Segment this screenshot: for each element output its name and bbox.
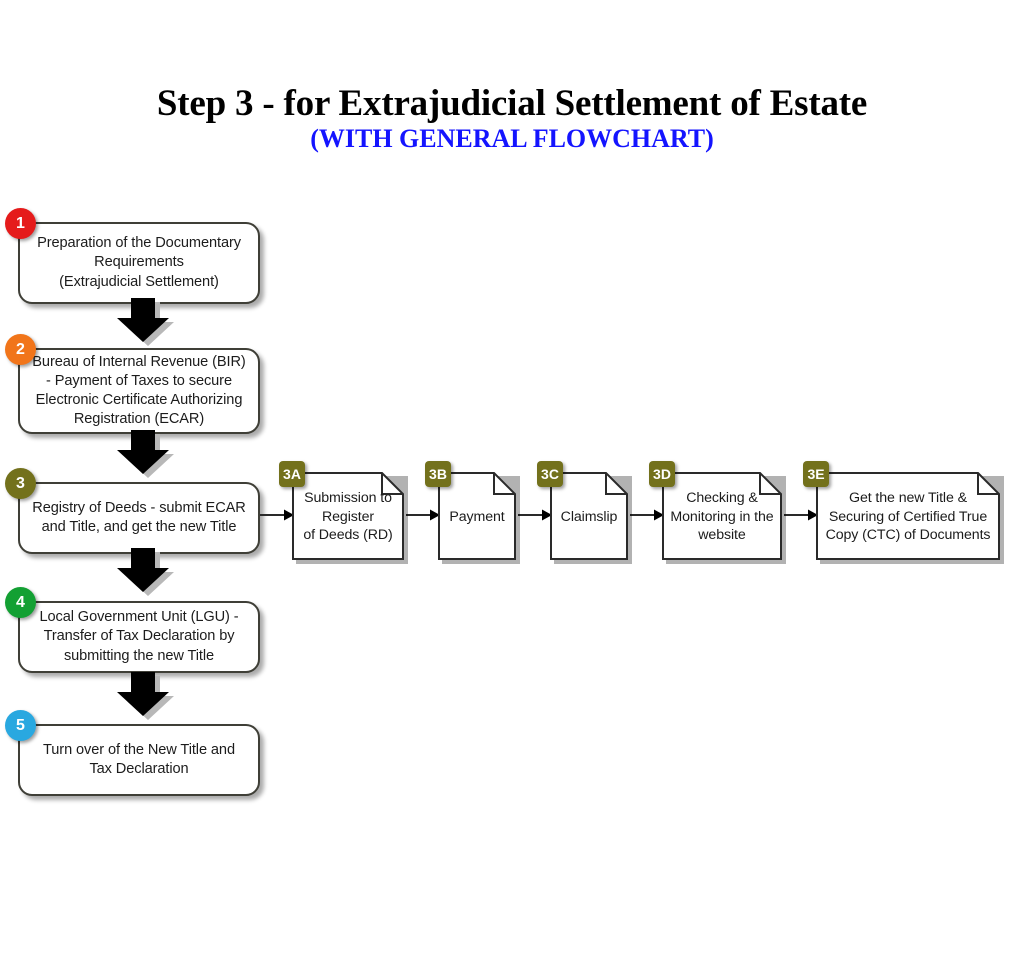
document-step-3C[interactable]: Claimslip 3C — [537, 461, 632, 564]
process-step-3[interactable]: Registry of Deeds - submit ECAR and Titl… — [5, 468, 260, 554]
step-badge-2-text: 2 — [16, 340, 25, 358]
document-badge-3D-text: 3D — [653, 466, 671, 482]
document-badge-3C: 3C — [537, 461, 563, 487]
page-title: Step 3 - for Extrajudicial Settlement of… — [156, 83, 868, 124]
document-badge-3D: 3D — [649, 461, 675, 487]
process-box-3: Registry of Deeds - submit ECAR and Titl… — [18, 482, 260, 554]
document-step-3D[interactable]: Checking & Monitoring in the website 3D — [649, 461, 786, 564]
step-badge-1: 1 — [5, 208, 36, 239]
process-label-5: Turn over of the New Title and Tax Decla… — [43, 741, 235, 777]
process-label-2: Bureau of Internal Revenue (BIR) - Payme… — [32, 353, 246, 428]
process-step-4[interactable]: Local Government Unit (LGU) - Transfer o… — [5, 587, 260, 673]
document-badge-3C-text: 3C — [541, 466, 559, 482]
step-badge-2: 2 — [5, 334, 36, 365]
block-arrow-4-to-5 — [117, 672, 174, 720]
process-step-5[interactable]: Turn over of the New Title and Tax Decla… — [5, 710, 260, 796]
block-arrow-3-to-4 — [117, 548, 174, 596]
process-box-2: Bureau of Internal Revenue (BIR) - Payme… — [18, 348, 260, 434]
document-badge-3B-text: 3B — [429, 466, 447, 482]
connector-3B-to-3C — [518, 509, 552, 521]
process-label-3: Registry of Deeds - submit ECAR and Titl… — [32, 499, 246, 535]
document-badge-3B: 3B — [425, 461, 451, 487]
step-badge-3-text: 3 — [16, 474, 25, 492]
block-arrow-2-to-3 — [117, 430, 174, 478]
document-badge-3A-text: 3A — [283, 466, 301, 482]
block-arrow-1-to-2 — [117, 298, 174, 346]
process-box-1: Preparation of the Documentary Requireme… — [18, 222, 260, 304]
step-badge-5: 5 — [5, 710, 36, 741]
connector-3A-to-3B — [406, 509, 440, 521]
document-step-3A[interactable]: Submission to Register of Deeds (RD) 3A — [279, 461, 408, 564]
document-badge-3A: 3A — [279, 461, 305, 487]
connector-3D-to-3E — [784, 509, 818, 521]
process-step-2[interactable]: Bureau of Internal Revenue (BIR) - Payme… — [5, 334, 260, 434]
document-label-3D: Checking & Monitoring in the website — [670, 489, 774, 544]
connector-3-to-3A — [260, 509, 294, 521]
process-step-1[interactable]: Preparation of the Documentary Requireme… — [5, 208, 260, 304]
step-badge-4: 4 — [5, 587, 36, 618]
step-badge-3: 3 — [5, 468, 36, 499]
document-badge-3E: 3E — [803, 461, 829, 487]
process-label-1: Preparation of the Documentary Requireme… — [37, 235, 241, 290]
process-box-5: Turn over of the New Title and Tax Decla… — [18, 724, 260, 796]
process-label-4: Local Government Unit (LGU) - Transfer o… — [39, 609, 239, 664]
step-badge-4-text: 4 — [16, 593, 25, 611]
document-step-3E[interactable]: Get the new Title & Securing of Certifie… — [803, 461, 1004, 564]
page-subtitle: (WITH GENERAL FLOWCHART) — [310, 124, 714, 154]
title-block: Step 3 - for Extrajudicial Settlement of… — [0, 84, 1024, 154]
step-badge-1-text: 1 — [16, 214, 25, 232]
document-step-3B[interactable]: Payment 3B — [425, 461, 520, 564]
process-box-4: Local Government Unit (LGU) - Transfer o… — [18, 601, 260, 673]
document-label-3A: Submission to Register of Deeds (RD) — [303, 489, 393, 544]
step-badge-5-text: 5 — [16, 716, 25, 734]
document-label-3E: Get the new Title & Securing of Certifie… — [825, 489, 991, 544]
document-badge-3E-text: 3E — [807, 466, 825, 482]
connector-3C-to-3D — [630, 509, 664, 521]
